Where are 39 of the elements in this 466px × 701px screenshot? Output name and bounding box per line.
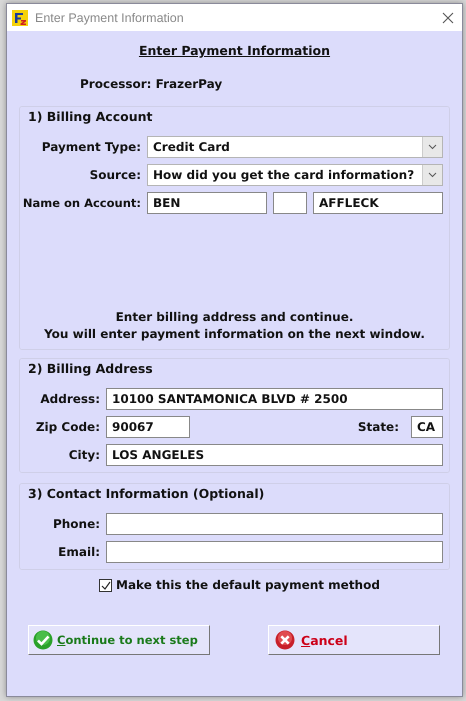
section-title: 2) Billing Address — [28, 361, 154, 376]
field-label: Phone: — [52, 516, 100, 530]
check-circle-icon — [33, 630, 53, 650]
input-field[interactable]: LOS ANGELES — [106, 444, 443, 466]
check-icon — [100, 580, 111, 590]
dropdown[interactable]: Credit Card — [147, 136, 443, 158]
input-field[interactable]: 90067 — [106, 416, 190, 438]
input-field[interactable]: CA — [411, 416, 443, 438]
input-field[interactable] — [273, 192, 307, 214]
app-icon — [12, 10, 28, 26]
instruction-text: Enter billing address and continue. — [114, 309, 354, 326]
input-field[interactable] — [106, 512, 443, 534]
window-title: Enter Payment Information — [35, 10, 185, 24]
close-icon[interactable] — [442, 12, 454, 24]
continue-button[interactable]: Continue to next step — [28, 625, 210, 655]
input-field[interactable] — [106, 540, 443, 562]
section-title: 3) Contact Information (Optional) — [28, 486, 266, 501]
field-label: Address: — [39, 392, 100, 406]
dropdown[interactable]: How did you get the card information? — [147, 164, 443, 186]
default-checkbox[interactable]: Make this the default payment method — [99, 578, 450, 592]
field-label: Zip Code: — [34, 420, 100, 434]
input-field[interactable]: BEN — [147, 192, 267, 214]
field-label: Payment Type: — [40, 140, 141, 154]
field-label: City: — [68, 448, 100, 462]
checkbox[interactable] — [99, 578, 112, 592]
instruction-text: You will enter payment information on the next window. — [43, 326, 426, 343]
cancel-button[interactable]: Cancel — [268, 625, 440, 655]
field-label: State: — [358, 420, 399, 434]
field-label: Name on Account: — [22, 196, 141, 210]
field-label: Email: — [57, 544, 100, 558]
x-circle-icon — [275, 630, 295, 650]
caret-icon — [428, 172, 437, 178]
input-field[interactable]: AFFLECK — [313, 192, 443, 214]
processor-label: Processor: FrazerPay — [80, 77, 224, 91]
input-field[interactable]: 10100 SANTAMONICA BLVD # 2500 — [106, 388, 443, 410]
field-label: Source: — [88, 168, 141, 182]
caret-icon — [428, 144, 437, 150]
dialog-heading: Enter Payment Information — [138, 43, 332, 58]
section-title: 1) Billing Account — [28, 109, 154, 124]
